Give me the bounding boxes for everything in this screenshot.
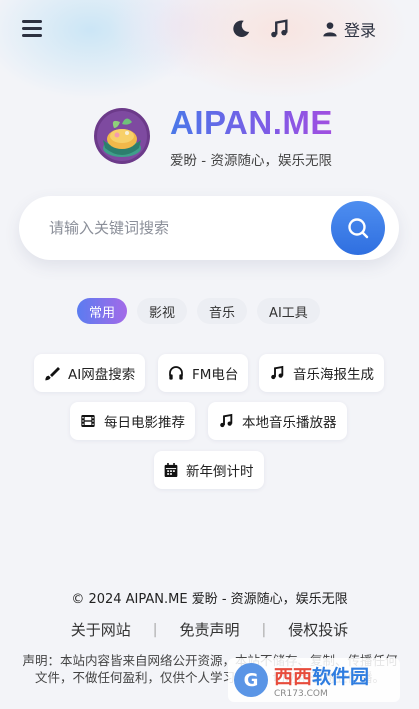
music-icon[interactable] bbox=[268, 18, 290, 40]
search-icon bbox=[348, 218, 369, 239]
film-icon bbox=[81, 415, 95, 427]
tab-ai-tools[interactable]: AI工具 bbox=[257, 298, 320, 324]
moon-icon[interactable] bbox=[230, 18, 252, 40]
search-bar bbox=[19, 196, 399, 260]
headphones-icon bbox=[169, 366, 183, 380]
tool-label: 音乐海报生成 bbox=[293, 367, 374, 383]
music-icon bbox=[271, 365, 284, 380]
brand-title: AIPAN.ME bbox=[170, 104, 333, 141]
tool-fm-radio[interactable]: FM电台 bbox=[158, 354, 249, 392]
tab-music[interactable]: 音乐 bbox=[197, 298, 248, 324]
tool-label: 本地音乐播放器 bbox=[242, 415, 337, 431]
watermark-text-blue: 软件园 bbox=[312, 665, 370, 688]
tool-new-year-countdown[interactable]: 新年倒计时 bbox=[154, 451, 264, 489]
link-disclaimer[interactable]: 免责声明 bbox=[179, 619, 239, 640]
brand-subtitle: 爱盼 - 资源随心，娱乐无限 bbox=[170, 153, 332, 169]
search-input[interactable] bbox=[49, 216, 319, 240]
tool-ai-pan-search[interactable]: AI网盘搜索 bbox=[34, 354, 146, 392]
music-icon bbox=[220, 413, 233, 428]
tool-label: AI网盘搜索 bbox=[68, 367, 136, 383]
user-icon bbox=[323, 22, 337, 37]
link-about[interactable]: 关于网站 bbox=[71, 619, 131, 640]
calendar-icon bbox=[164, 463, 178, 477]
watermark-logo: G 西西软件园 CR173.COM bbox=[228, 658, 400, 702]
login-label: 登录 bbox=[344, 21, 377, 40]
watermark-url: CR173.COM bbox=[274, 688, 328, 699]
tool-daily-movie[interactable]: 每日电影推荐 bbox=[70, 402, 195, 440]
login-button[interactable]: 登录 bbox=[322, 18, 376, 40]
top-bar: 登录 bbox=[0, 0, 419, 60]
copyright-text: © 2024 AIPAN.ME 爱盼 - 资源随心，娱乐无限 bbox=[71, 592, 348, 607]
category-tabs: 常用 影视 音乐 AI工具 bbox=[77, 298, 320, 326]
tool-local-music-player[interactable]: 本地音乐播放器 bbox=[208, 402, 347, 440]
brand-logo bbox=[92, 106, 152, 166]
footer-links: 关于网站 | 免责声明 | 侵权投诉 bbox=[0, 619, 419, 640]
search-button[interactable] bbox=[331, 201, 385, 255]
menu-icon[interactable] bbox=[22, 20, 42, 38]
separator: | bbox=[152, 621, 158, 638]
tab-movies[interactable]: 影视 bbox=[137, 298, 188, 324]
watermark-icon: G bbox=[234, 663, 268, 697]
watermark-text-red: 西西 bbox=[274, 665, 313, 688]
tool-label: 新年倒计时 bbox=[186, 464, 254, 480]
tab-common[interactable]: 常用 bbox=[77, 298, 128, 324]
link-infringement-report[interactable]: 侵权投诉 bbox=[288, 619, 348, 640]
tool-music-poster[interactable]: 音乐海报生成 bbox=[259, 354, 384, 392]
tool-label: FM电台 bbox=[192, 367, 239, 383]
brush-icon bbox=[45, 367, 60, 381]
separator: | bbox=[261, 621, 267, 638]
tool-label: 每日电影推荐 bbox=[104, 415, 185, 431]
